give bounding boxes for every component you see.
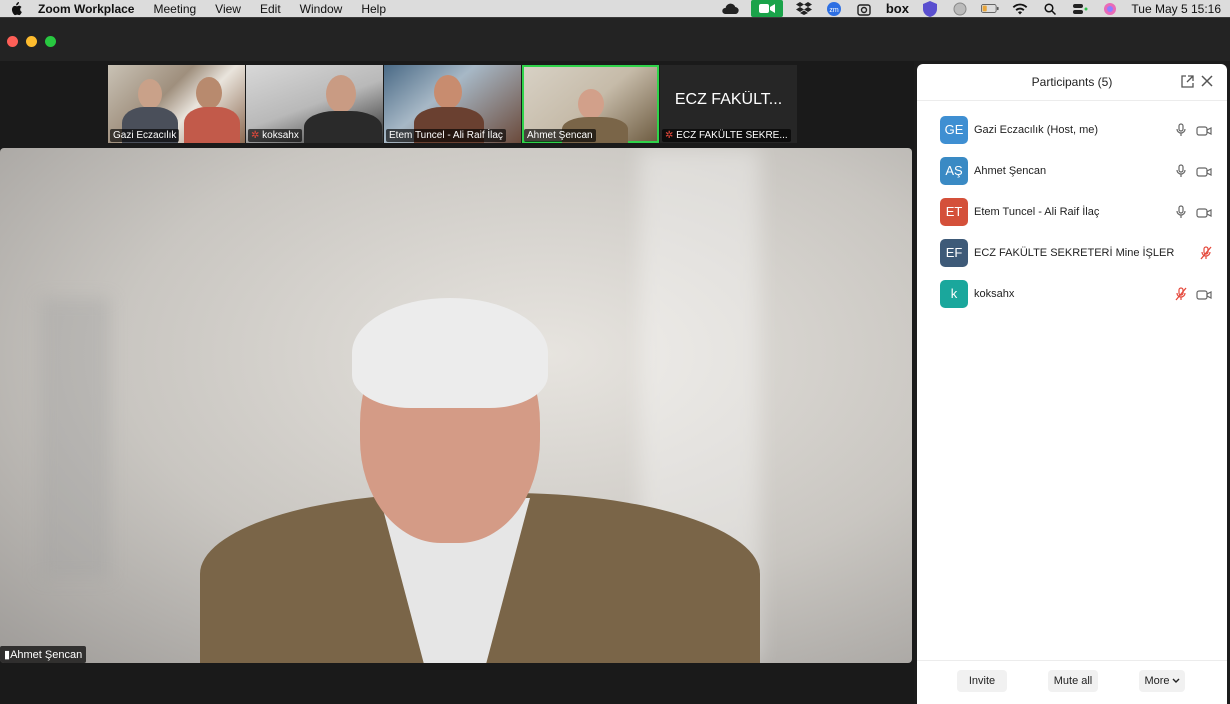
thumbnail-name-text: ECZ FAKÜLTE SEKRE... [676, 130, 788, 141]
participant-name: Etem Tuncel - Ali Raif İlaç [974, 205, 1100, 218]
fullscreen-window-button[interactable] [45, 36, 56, 47]
participants-panel-header: Participants (5) [917, 64, 1227, 101]
dropbox-icon[interactable] [795, 2, 813, 15]
participant-row[interactable]: AŞ Ahmet Şencan [917, 150, 1227, 191]
invite-button[interactable]: Invite [957, 670, 1007, 692]
video-thumbnail-etem-tuncel[interactable]: Etem Tuncel - Ali Raif İlaç [384, 65, 521, 143]
menu-help[interactable]: Help [361, 2, 386, 16]
muted-mic-icon[interactable] [1200, 246, 1212, 260]
participant-name: Ahmet Şencan [974, 164, 1047, 177]
avatar: EF [940, 238, 968, 267]
video-camera-icon[interactable] [1196, 165, 1212, 177]
menubar-status-area: zm box Tue May 5 15:16 [715, 0, 1230, 17]
siri-icon[interactable] [1101, 2, 1119, 15]
window-titlebar [0, 17, 1230, 61]
participant-face [196, 77, 222, 109]
participant-face [326, 75, 356, 113]
muted-mic-icon: ✲ [665, 130, 674, 141]
thumbnail-name-text: koksahx [262, 130, 299, 141]
avatar: GE [940, 115, 968, 144]
video-stage: Gazi Eczacılık ✲ koksahx Etem Tuncel - A… [0, 61, 914, 704]
mic-icon[interactable] [1175, 164, 1187, 178]
vpn-shield-icon[interactable] [921, 0, 939, 17]
participant-body [304, 111, 382, 143]
battery-icon[interactable] [981, 2, 999, 15]
svg-text:zm: zm [830, 7, 840, 14]
search-icon[interactable] [1041, 2, 1059, 15]
pop-out-icon[interactable] [1181, 75, 1195, 89]
video-thumbnail-koksahx[interactable]: ✲ koksahx [246, 65, 383, 143]
muted-mic-icon: ✲ [251, 130, 260, 141]
more-button[interactable]: More [1139, 670, 1185, 692]
speaker-name-label: ▮Ahmet Şencan [0, 646, 87, 663]
video-camera-icon[interactable] [1196, 288, 1212, 300]
thumbnail-display-name: ECZ FAKÜLT... [674, 91, 783, 108]
participant-row[interactable]: GE Gazi Eczacılık (Host, me) [917, 109, 1227, 150]
participant-name: Gazi Eczacılık (Host, me) [974, 123, 1099, 136]
thumbnail-name-label: Ahmet Şencan [524, 129, 596, 142]
speaker-hair [352, 298, 548, 408]
chevron-down-icon [1172, 675, 1180, 687]
zoom-video-icon[interactable] [751, 0, 784, 17]
thumbnail-name-label: Gazi Eczacılık [110, 129, 180, 142]
package-icon[interactable] [855, 2, 873, 16]
menu-window[interactable]: Window [300, 2, 343, 16]
participant-face [434, 75, 462, 109]
background-blur [40, 298, 110, 578]
participants-panel: Participants (5) GE Gazi Eczacılık (Host,… [917, 64, 1227, 704]
video-thumbnail-gazi-eczacilik[interactable]: Gazi Eczacılık [108, 65, 245, 143]
control-center-icon[interactable] [1071, 2, 1089, 15]
participant-body [184, 107, 240, 143]
participant-row[interactable]: ET Etem Tuncel - Ali Raif İlaç [917, 191, 1227, 232]
thumbnail-strip: Gazi Eczacılık ✲ koksahx Etem Tuncel - A… [108, 65, 798, 143]
box-icon[interactable]: box [885, 1, 909, 16]
thumbnail-name-label: Etem Tuncel - Ali Raif İlaç [386, 129, 506, 142]
menu-meeting[interactable]: Meeting [153, 2, 196, 16]
avatar: AŞ [940, 156, 968, 185]
avatar: ET [940, 197, 968, 226]
cloud-icon[interactable] [721, 2, 740, 15]
menu-edit[interactable]: Edit [260, 2, 281, 16]
menu-app-name[interactable]: Zoom Workplace [38, 2, 134, 16]
mute-all-button[interactable]: Mute all [1048, 670, 1098, 692]
more-button-label: More [1144, 675, 1170, 687]
video-camera-icon[interactable] [1196, 206, 1212, 218]
thumbnail-name-label: ✲ koksahx [248, 129, 302, 142]
video-camera-icon[interactable] [1196, 124, 1212, 136]
globe-icon[interactable] [951, 2, 969, 15]
video-thumbnail-ecz-fakulte[interactable]: ECZ FAKÜLT... ✲ ECZ FAKÜLTE SEKRE... [660, 65, 797, 143]
macos-menu-bar: Zoom Workplace Meeting View Edit Window … [0, 0, 1230, 17]
speaker-name-text: Ahmet Şencan [10, 649, 83, 661]
zoom-app-icon[interactable]: zm [825, 1, 843, 16]
muted-mic-icon[interactable] [1175, 287, 1187, 301]
participant-row[interactable]: EF ECZ FAKÜLTE SEKRETERİ Mine İŞLER [917, 232, 1227, 273]
participants-panel-footer: Invite Mute all More [917, 660, 1227, 704]
mic-icon[interactable] [1175, 205, 1187, 219]
participants-list: GE Gazi Eczacılık (Host, me) AŞ Ahmet Şenca… [917, 101, 1227, 314]
minimize-window-button[interactable] [26, 36, 37, 47]
participant-name: koksahx [974, 287, 1015, 300]
active-speaker-video[interactable]: ▮Ahmet Şencan [0, 148, 912, 663]
menubar-clock[interactable]: Tue May 5 15:16 [1131, 2, 1221, 16]
close-icon[interactable] [1201, 74, 1215, 88]
participant-face [138, 79, 162, 109]
menu-view[interactable]: View [215, 2, 241, 16]
participants-panel-title: Participants (5) [1031, 75, 1113, 89]
participant-face [578, 89, 604, 119]
apple-icon[interactable] [9, 1, 23, 16]
close-window-button[interactable] [7, 36, 18, 47]
thumbnail-name-label: ✲ ECZ FAKÜLTE SEKRE... [662, 129, 791, 142]
participant-row[interactable]: k koksahx [917, 273, 1227, 314]
wifi-icon[interactable] [1011, 2, 1029, 15]
participant-name: ECZ FAKÜLTE SEKRETERİ Mine İŞLER [974, 246, 1175, 259]
avatar: k [940, 279, 968, 308]
video-thumbnail-ahmet-sencan[interactable]: Ahmet Şencan [522, 65, 659, 143]
mic-icon[interactable] [1175, 123, 1187, 137]
